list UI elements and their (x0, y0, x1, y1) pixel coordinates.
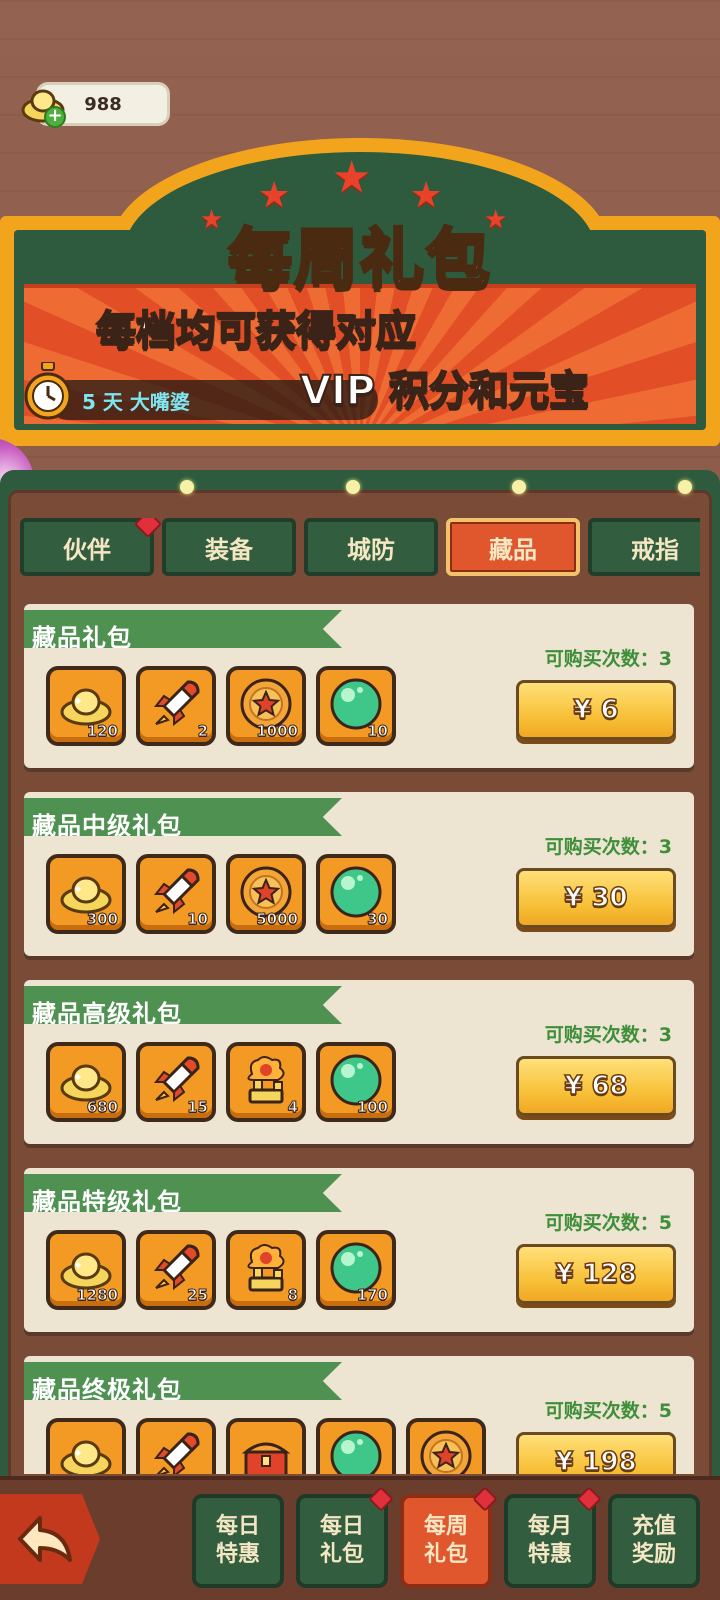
tab-label: 装备 (205, 535, 253, 564)
tab-3[interactable]: 城防 (304, 518, 438, 576)
subtitle-line-1: 每档均可获得对应 (95, 307, 417, 355)
nav-button-5[interactable]: 充值 奖励 (608, 1494, 700, 1588)
item-quantity: 10 (367, 722, 389, 741)
tab-label: 伙伴 (63, 535, 111, 564)
tab-label: 戒指 (631, 535, 679, 564)
reward-item[interactable]: 15 (136, 1042, 216, 1122)
nav-button-3[interactable]: 每周 礼包 (400, 1494, 492, 1588)
weekly-pack-sign: ★ ★ ★ ★ ★ 每周礼包 每档均可获得对应 VIP 积分和元宝 5 天 大嘴… (0, 130, 720, 460)
item-quantity: 100 (356, 1098, 388, 1117)
item-quantity: 25 (187, 1286, 209, 1305)
category-tabs: 伙伴 装备 城防 藏品 戒指 (20, 518, 700, 578)
page-title: 每周礼包 (227, 222, 492, 299)
item-quantity: 300 (86, 910, 118, 929)
nav-button-label: 每日 特惠 (215, 1514, 260, 1567)
item-quantity: 170 (356, 1286, 388, 1305)
reward-item[interactable] (136, 1418, 216, 1474)
tab-1[interactable]: 伙伴 (20, 518, 154, 576)
subtitle-line-2: VIP 积分和元宝 (299, 367, 590, 415)
nav-button-label: 每周 礼包 (423, 1514, 468, 1567)
reward-item[interactable]: 10 (316, 666, 396, 746)
item-quantity: 5000 (256, 910, 299, 929)
reward-item[interactable]: 10 (136, 854, 216, 934)
reward-item[interactable]: 4 (226, 1042, 306, 1122)
reward-item[interactable] (316, 1418, 396, 1474)
pack-title-banner: 藏品终极礼包 (24, 1362, 342, 1400)
nav-button-label: 充值 奖励 (631, 1514, 676, 1567)
reward-item[interactable]: 5000 (226, 854, 306, 934)
item-quantity: 120 (86, 722, 118, 741)
reward-item[interactable]: 2 (136, 666, 216, 746)
light-bulb-icon (346, 480, 360, 494)
nav-button-label: 每月 特惠 (527, 1514, 572, 1567)
reward-item[interactable]: 8 (226, 1230, 306, 1310)
pack-title-banner: 藏品礼包 (24, 610, 342, 648)
tab-label: 藏品 (489, 535, 537, 564)
stopwatch-icon (24, 362, 72, 420)
light-bulb-icon (180, 480, 194, 494)
currency-display[interactable]: 988 + (20, 82, 170, 128)
pack-title: 藏品高级礼包 (32, 1000, 182, 1028)
item-quantity: 15 (187, 1098, 209, 1117)
pack-card: 藏品高级礼包 680 15 4 100 可购买次数：3 ¥ 68 (24, 980, 694, 1144)
pack-card: 藏品特级礼包 1280 25 8 170 可购买次数：5 ¥ 128 (24, 1168, 694, 1332)
buy-button[interactable]: ¥ 198 (516, 1432, 676, 1474)
pack-list: 藏品礼包 120 2 1000 10 可购买次数：3 ¥ 6 藏品中级礼包 300 10 5000 3… (24, 604, 694, 1474)
reward-item[interactable] (406, 1418, 486, 1474)
tab-label: 城防 (347, 535, 395, 564)
item-quantity: 4 (287, 1098, 298, 1117)
nav-button-label: 每日 礼包 (319, 1514, 364, 1567)
purchase-limit: 可购买次数：3 (544, 836, 672, 858)
buy-button[interactable]: ¥ 128 (516, 1244, 676, 1304)
back-arrow-icon (18, 1516, 72, 1562)
item-quantity: 1000 (256, 722, 299, 741)
purchase-limit: 可购买次数：3 (544, 1024, 672, 1046)
reward-item[interactable]: 170 (316, 1230, 396, 1310)
pack-title: 藏品中级礼包 (32, 812, 182, 840)
pack-title: 藏品礼包 (32, 624, 132, 652)
pack-title: 藏品特级礼包 (32, 1188, 182, 1216)
tab-2[interactable]: 装备 (162, 518, 296, 576)
purchase-limit: 可购买次数：3 (544, 648, 672, 670)
reward-item[interactable]: 1280 (46, 1230, 126, 1310)
pack-card: 藏品礼包 120 2 1000 10 可购买次数：3 ¥ 6 (24, 604, 694, 768)
reward-item[interactable] (226, 1418, 306, 1474)
pack-title-banner: 藏品中级礼包 (24, 798, 342, 836)
tab-5[interactable]: 戒指 (588, 518, 700, 576)
reward-item[interactable]: 30 (316, 854, 396, 934)
nav-button-2[interactable]: 每日 礼包 (296, 1494, 388, 1588)
reward-item[interactable]: 100 (316, 1042, 396, 1122)
pack-card: 藏品终极礼包可购买次数：5 ¥ 198 (24, 1356, 694, 1474)
light-bulb-icon (512, 480, 526, 494)
pack-title: 藏品终极礼包 (32, 1376, 182, 1404)
light-bulb-icon (678, 480, 692, 494)
pack-title-banner: 藏品高级礼包 (24, 986, 342, 1024)
back-button[interactable] (0, 1494, 100, 1584)
tab-4[interactable]: 藏品 (446, 518, 580, 576)
nav-button-1[interactable]: 每日 特惠 (192, 1494, 284, 1588)
reward-item[interactable]: 25 (136, 1230, 216, 1310)
reward-item[interactable]: 680 (46, 1042, 126, 1122)
pack-title-banner: 藏品特级礼包 (24, 1174, 342, 1212)
nav-button-4[interactable]: 每月 特惠 (504, 1494, 596, 1588)
item-quantity: 8 (287, 1286, 298, 1305)
timer-text: 5 天 大嘴婆 (82, 390, 190, 414)
add-currency-icon[interactable]: + (44, 106, 66, 128)
purchase-limit: 可购买次数：5 (544, 1400, 672, 1422)
item-quantity: 10 (187, 910, 209, 929)
reward-item[interactable] (46, 1418, 126, 1474)
item-quantity: 1280 (76, 1286, 119, 1305)
reward-item[interactable]: 1000 (226, 666, 306, 746)
buy-button[interactable]: ¥ 68 (516, 1056, 676, 1116)
buy-button[interactable]: ¥ 30 (516, 868, 676, 928)
reward-item[interactable]: 120 (46, 666, 126, 746)
pack-card: 藏品中级礼包 300 10 5000 30 可购买次数：3 ¥ 30 (24, 792, 694, 956)
star-icon: ★ (332, 152, 372, 203)
item-quantity: 2 (197, 722, 208, 741)
item-quantity: 30 (367, 910, 389, 929)
item-quantity: 680 (86, 1098, 118, 1117)
buy-button[interactable]: ¥ 6 (516, 680, 676, 740)
purchase-limit: 可购买次数：5 (544, 1212, 672, 1234)
reward-item[interactable]: 300 (46, 854, 126, 934)
